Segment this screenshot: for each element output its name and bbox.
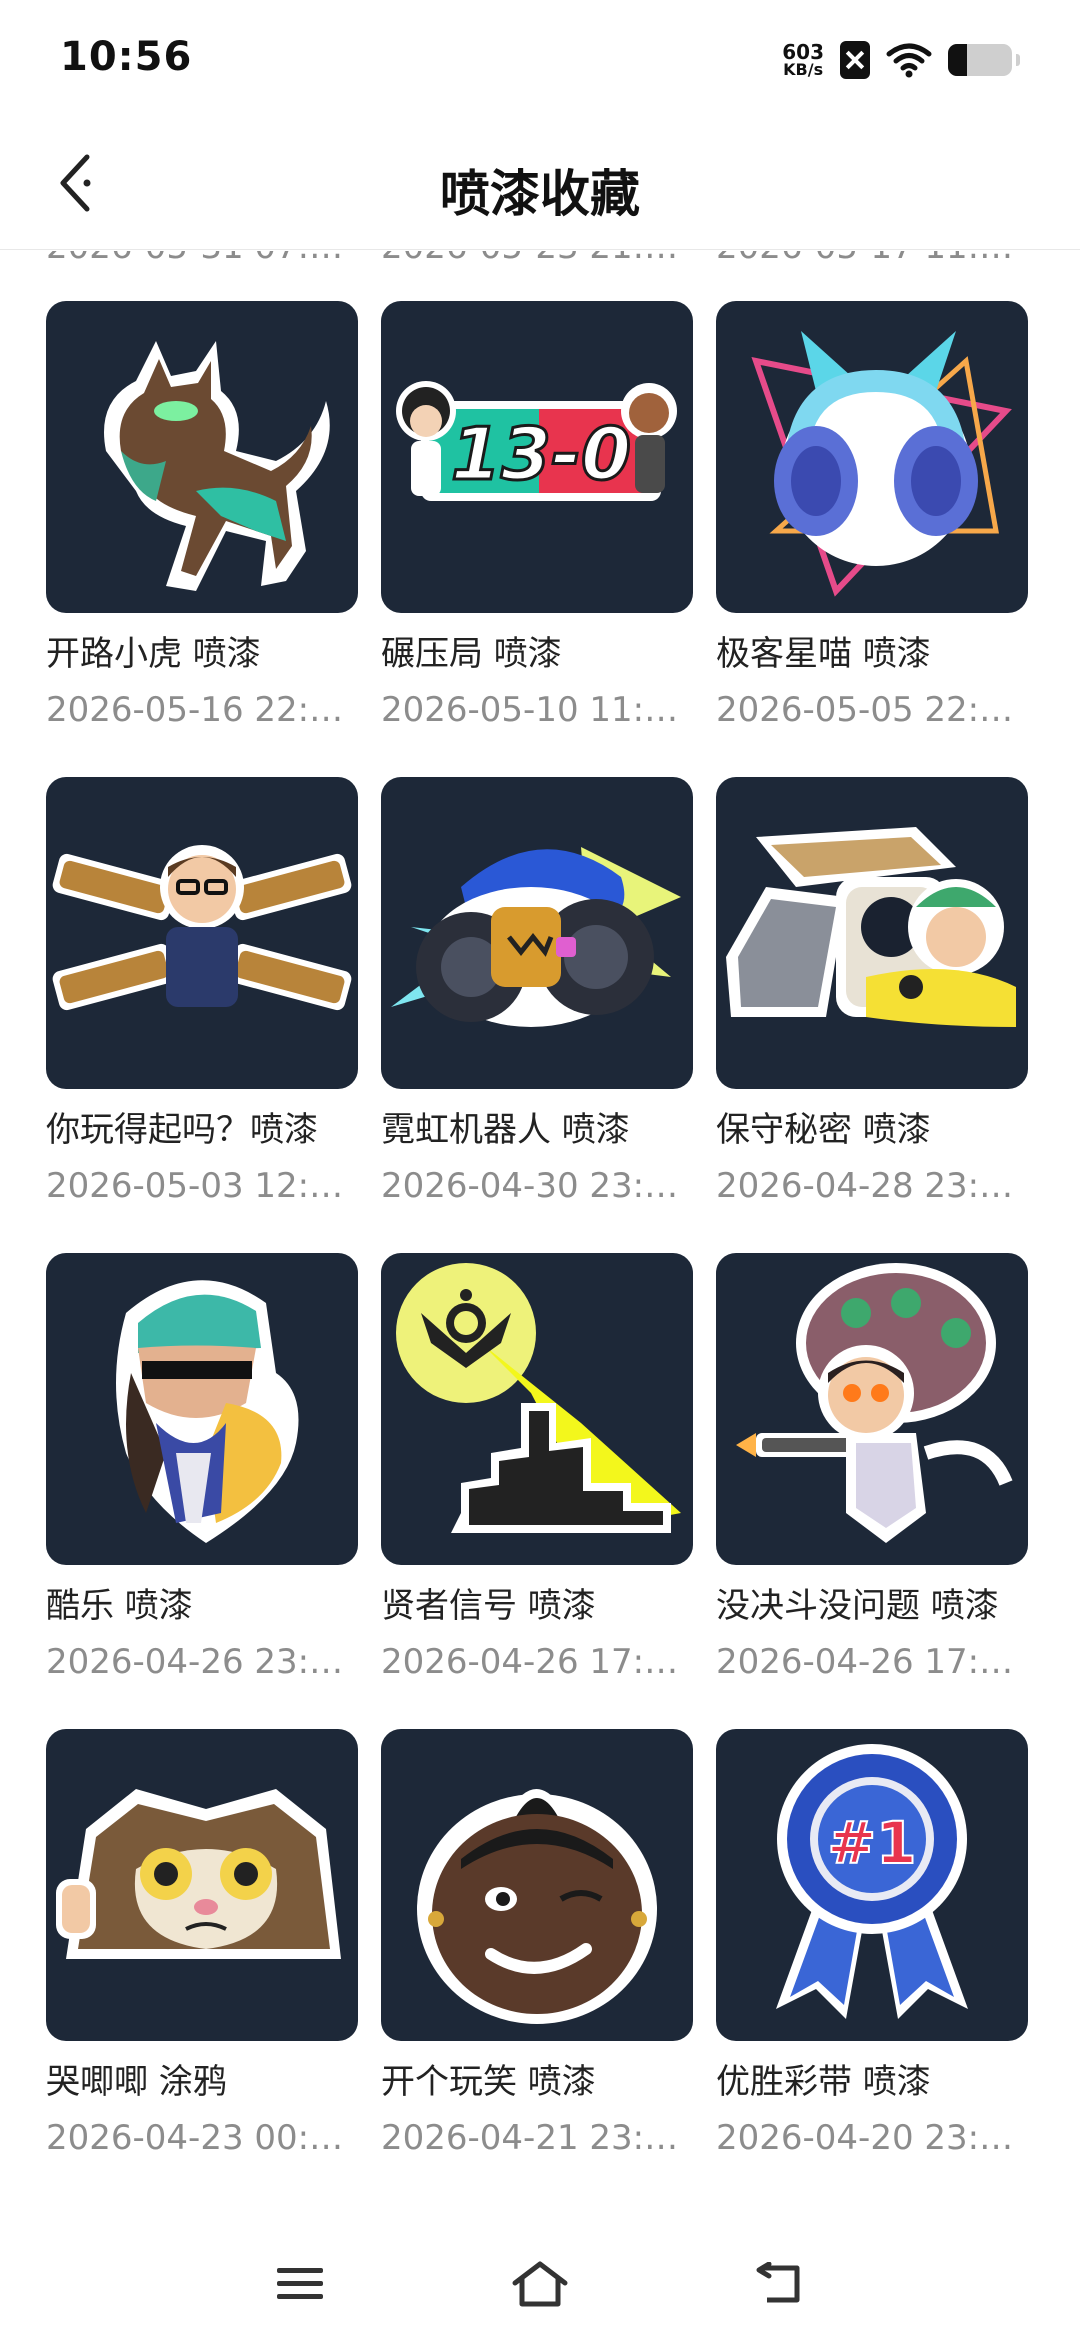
spray-date: 2026-05-03 12:… [46, 1166, 344, 1206]
status-time: 10:56 [60, 34, 193, 80]
spray-card[interactable]: 贤者信号 喷漆 2026-04-26 17:… [381, 1253, 693, 1729]
first-place-ribbon-icon: #1 [776, 1744, 968, 2019]
spray-date: 2026-05-10 11:… [381, 690, 679, 730]
status-bar: 10:56 603 KB/s [0, 0, 1080, 120]
spray-name: 酷乐 喷漆 [46, 1586, 193, 1626]
system-nav-bar [0, 2222, 1080, 2344]
spray-name: 碾压局 喷漆 [381, 634, 562, 674]
wifi-icon [886, 43, 932, 78]
score-13-0-icon: 13-0 [396, 381, 677, 501]
spray-card[interactable]: 2026-05-17 11:2… [716, 251, 1028, 274]
network-speed-unit: KB/s [783, 60, 824, 79]
spray-date: 2026-04-20 23:… [716, 2118, 1014, 2158]
spray-thumbnail [716, 1253, 1028, 1565]
network-speed-value: 603 [782, 40, 824, 64]
spray-card[interactable]: 2026-05-23 21:… [381, 251, 693, 274]
spray-card[interactable]: 霓虹机器人 喷漆 2026-04-30 23:… [381, 777, 693, 1253]
spray-name: 开个玩笑 喷漆 [381, 2062, 596, 2102]
winking-face-icon [417, 1789, 657, 2024]
spray-name: 哭唧唧 涂鸦 [46, 2062, 227, 2102]
spray-thumbnail [381, 1253, 693, 1565]
spray-card[interactable]: 保守秘密 喷漆 2026-04-28 23:… [716, 777, 1028, 1253]
spray-card[interactable]: 你玩得起吗？喷漆 2026-05-03 12:… [46, 777, 358, 1253]
spray-card[interactable]: 13-0 碾压局 喷漆 2026-05-10 11:… [381, 301, 693, 777]
spray-card[interactable]: 哭唧唧 涂鸦 2026-04-23 00:… [46, 1729, 358, 2205]
spray-thumbnail [46, 301, 358, 613]
spray-date: 2026-04-26 23:… [46, 1642, 344, 1682]
spray-name: 霓虹机器人 喷漆 [381, 1110, 630, 1150]
back-icon [756, 2262, 800, 2303]
spray-thumbnail [381, 777, 693, 1089]
crying-cat-icon [56, 1789, 341, 1959]
spray-name: 贤者信号 喷漆 [381, 1586, 596, 1626]
spray-date: 2026-04-30 23:… [381, 1166, 679, 1206]
spray-name: 开路小虎 喷漆 [46, 634, 261, 674]
menu-icon [277, 2268, 323, 2299]
spray-thumbnail [716, 301, 1028, 613]
spray-name: 极客星喵 喷漆 [716, 634, 931, 674]
spray-card[interactable]: 没决斗没问题 喷漆 2026-04-26 17:… [716, 1253, 1028, 1729]
home-icon [512, 2261, 568, 2307]
spray-card[interactable]: #1 优胜彩带 喷漆 2026-04-20 23:… [716, 1729, 1028, 2205]
robot-wheels-icon [391, 847, 681, 1027]
spray-thumbnail [716, 777, 1028, 1089]
sunglasses-girl-icon [116, 1280, 299, 1543]
spray-date: 2026-04-23 00:… [46, 2118, 344, 2158]
page-title: 喷漆收藏 [440, 165, 640, 223]
spray-date: 2026-05-05 22:… [716, 690, 1014, 730]
spray-name: 你玩得起吗？喷漆 [46, 1110, 318, 1150]
score-text: 13-0 [451, 412, 631, 496]
nav-back-button[interactable] [740, 2252, 820, 2316]
network-speed: 603 KB/s [782, 42, 824, 78]
signal-light-icon [396, 1263, 681, 1533]
spray-card[interactable]: 2026-05-31 07:… [46, 251, 358, 274]
fire-eyes-gunner-icon [736, 1263, 1013, 1543]
spray-date: 2026-05-17 11:2… [716, 251, 1028, 268]
spray-card[interactable]: 酷乐 喷漆 2026-04-26 23:… [46, 1253, 358, 1729]
spray-thumbnail: 13-0 [381, 301, 693, 613]
spray-name: 优胜彩带 喷漆 [716, 2062, 931, 2102]
spray-name: 没决斗没问题 喷漆 [716, 1586, 999, 1626]
spray-date: 2026-05-23 21:… [381, 251, 693, 268]
spray-thumbnail [46, 1253, 358, 1565]
spray-date: 2026-04-26 17:… [381, 1642, 679, 1682]
spray-name: 保守秘密 喷漆 [716, 1110, 931, 1150]
spray-thumbnail: #1 [716, 1729, 1028, 2041]
spray-date: 2026-04-26 17:… [716, 1642, 1014, 1682]
cat-headphones-icon [751, 331, 1012, 597]
ribbon-badge-text: #1 [828, 1809, 917, 1877]
gunner-character-icon [52, 845, 352, 1011]
battery-tip [1016, 54, 1020, 66]
battery-icon [948, 44, 1012, 76]
spray-thumbnail [46, 777, 358, 1089]
status-icons: 603 KB/s [782, 36, 1020, 84]
spray-card[interactable]: 开个玩笑 喷漆 2026-04-21 23:… [381, 1729, 693, 2205]
nav-home-button[interactable] [500, 2252, 580, 2316]
wolf-creature-icon [104, 341, 330, 591]
spray-card[interactable]: 极客星喵 喷漆 2026-05-05 22:… [716, 301, 1028, 777]
spray-card[interactable]: 开路小虎 喷漆 2026-05-16 22:… [46, 301, 358, 777]
spray-date: 2026-04-21 23:… [381, 2118, 679, 2158]
secret-agents-icon [726, 827, 1016, 1027]
no-sim-icon [840, 41, 870, 79]
app-header: 喷漆收藏 [0, 120, 1080, 250]
spray-date: 2026-04-28 23:… [716, 1166, 1014, 1206]
spray-thumbnail [381, 1729, 693, 2041]
spray-thumbnail [46, 1729, 358, 2041]
spray-collection-grid[interactable]: 2026-05-31 07:… 2026-05-23 21:… 2026-05-… [0, 251, 1080, 2211]
spray-date: 2026-05-31 07:… [46, 251, 358, 268]
spray-date: 2026-05-16 22:… [46, 690, 344, 730]
nav-menu-button[interactable] [260, 2252, 340, 2316]
battery-level [948, 44, 968, 76]
